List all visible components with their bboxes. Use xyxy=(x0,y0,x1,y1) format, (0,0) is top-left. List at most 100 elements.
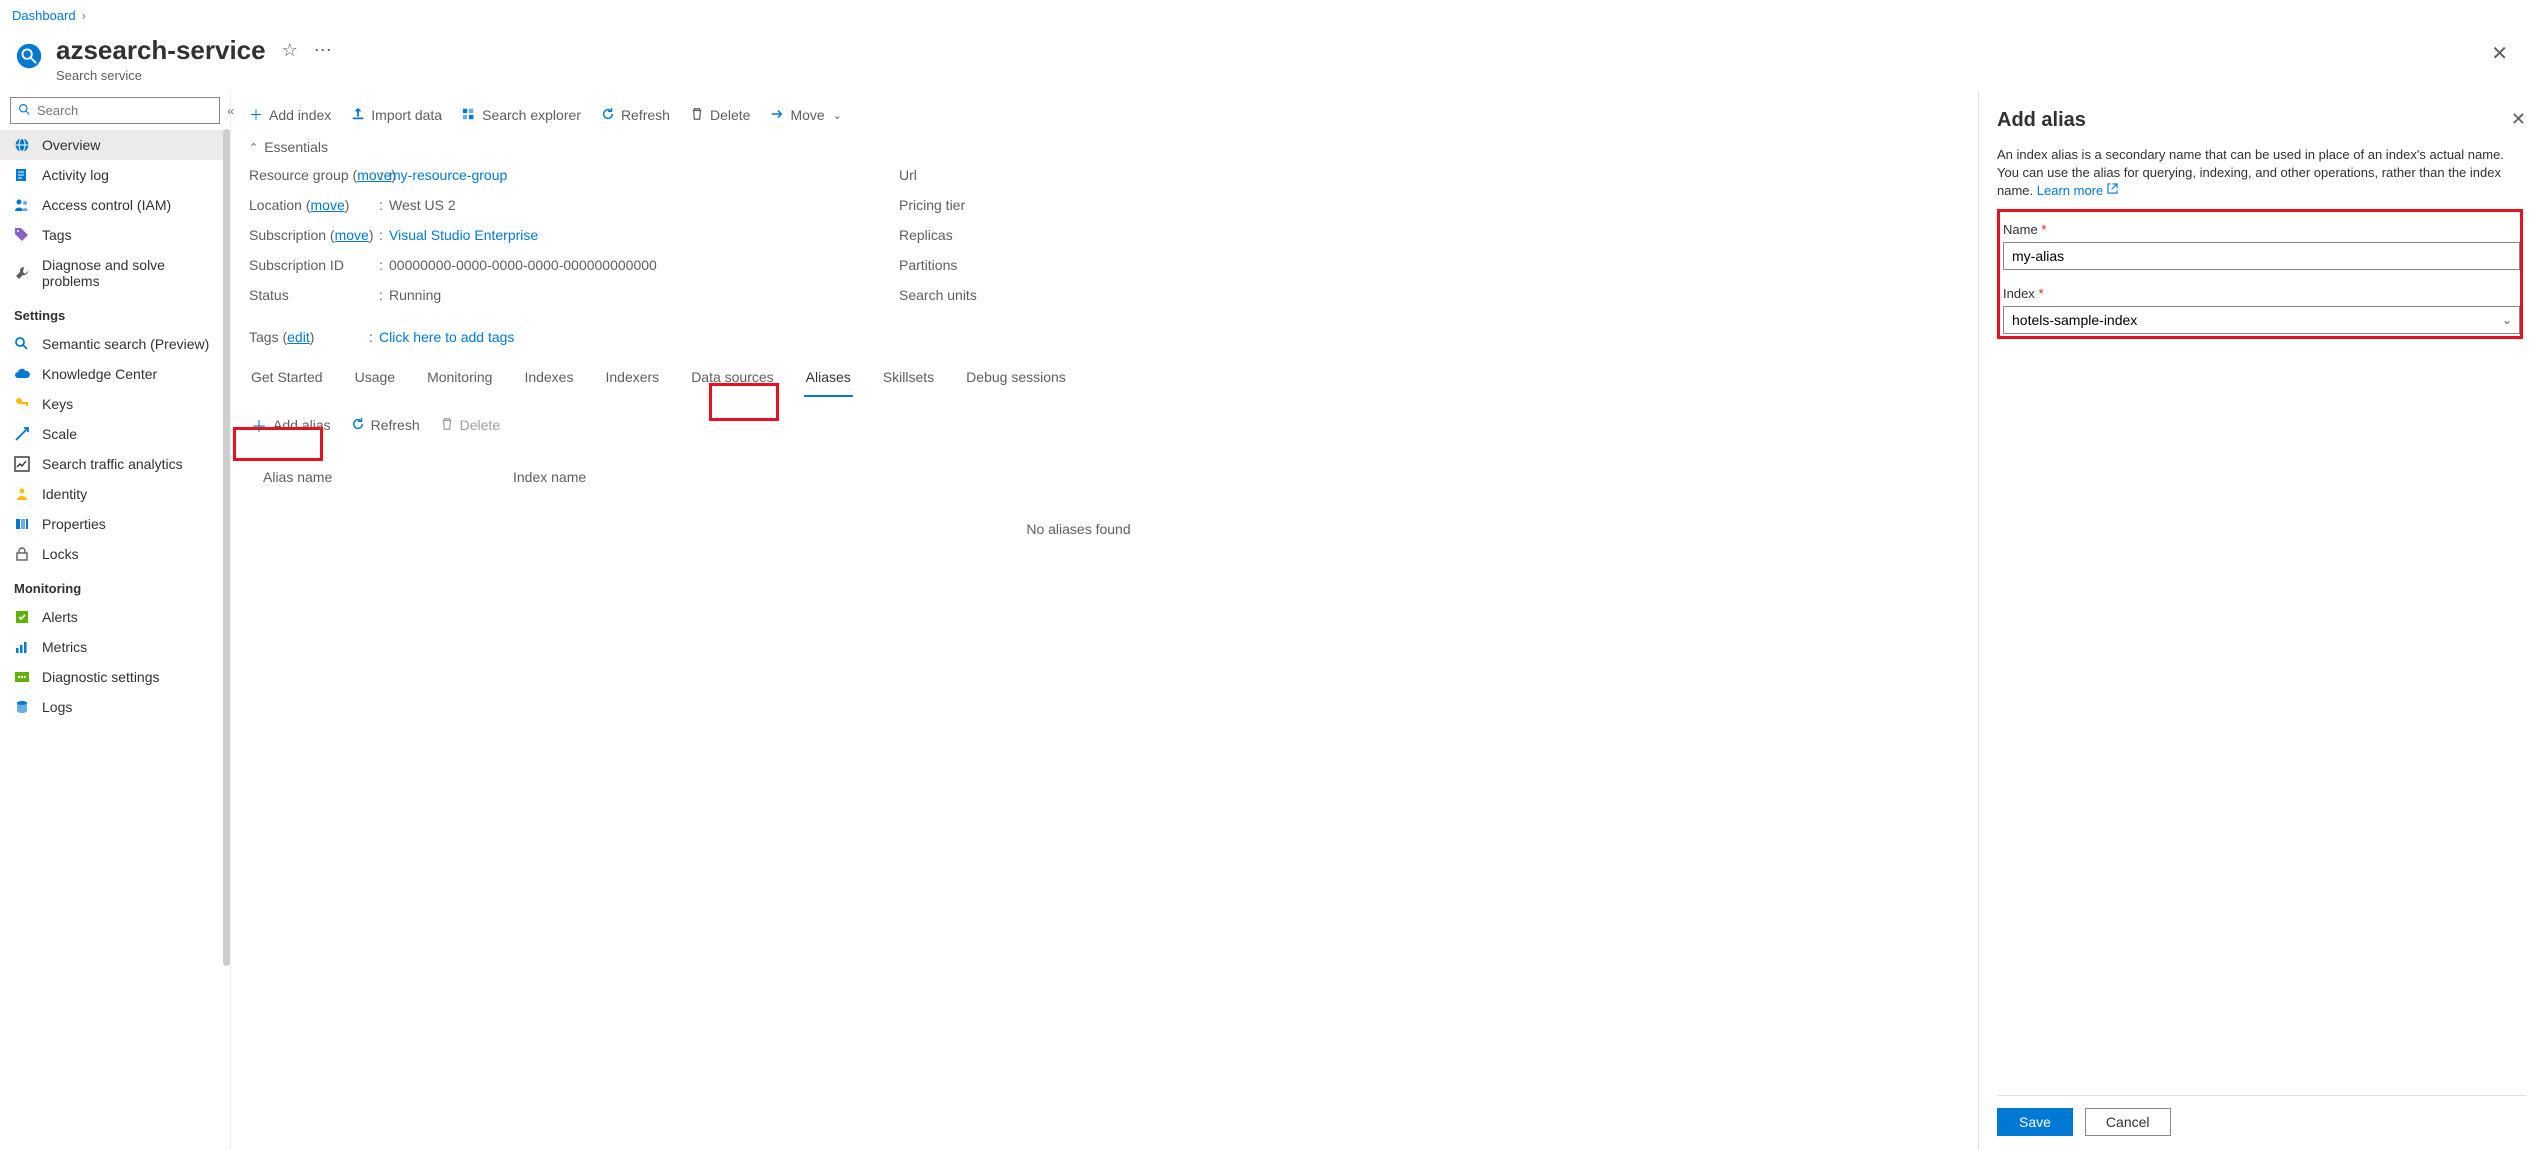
chevron-down-icon: ⌄ xyxy=(833,109,842,122)
logs-icon xyxy=(14,699,30,715)
tab-aliases[interactable]: Aliases xyxy=(804,363,853,397)
essentials-row: Search units xyxy=(899,285,1029,305)
move-link[interactable]: move xyxy=(335,227,369,243)
search-explorer-button[interactable]: Search explorer xyxy=(462,107,581,124)
sidebar-item-semantic-search-preview-[interactable]: Semantic search (Preview) xyxy=(0,329,230,359)
refresh-button[interactable]: Refresh xyxy=(601,107,670,124)
alias-name-input[interactable] xyxy=(2003,242,2520,270)
learn-more-link[interactable]: Learn more xyxy=(2037,183,2118,198)
tab-get-started[interactable]: Get Started xyxy=(249,363,325,397)
sidebar-item-scale[interactable]: Scale xyxy=(0,419,230,449)
sidebar-item-label: Knowledge Center xyxy=(42,366,157,382)
close-icon[interactable]: ✕ xyxy=(2491,35,2526,66)
sidebar-item-label: Properties xyxy=(42,516,106,532)
essentials-label: Url xyxy=(899,165,1029,185)
add-alias-button[interactable]: ＋Add alias xyxy=(251,413,331,437)
breadcrumb: Dashboard › xyxy=(0,0,2538,31)
sidebar-item-knowledge-center[interactable]: Knowledge Center xyxy=(0,359,230,389)
tab-usage[interactable]: Usage xyxy=(353,363,397,397)
refresh-aliases-button[interactable]: Refresh xyxy=(351,417,420,434)
essentials-label: Subscription ID xyxy=(249,257,344,273)
chevron-up-icon: ⌃ xyxy=(249,141,258,154)
sidebar-item-metrics[interactable]: Metrics xyxy=(0,632,230,662)
sidebar-item-label: Metrics xyxy=(42,639,87,655)
tag-icon xyxy=(14,227,30,243)
sidebar-item-locks[interactable]: Locks xyxy=(0,539,230,569)
tab-data-sources[interactable]: Data sources xyxy=(689,363,775,397)
import-data-button[interactable]: Import data xyxy=(351,107,442,124)
props-icon xyxy=(14,516,30,532)
essentials-value: 00000000-0000-0000-0000-000000000000 xyxy=(389,255,657,275)
tab-indexes[interactable]: Indexes xyxy=(522,363,575,397)
breadcrumb-root[interactable]: Dashboard xyxy=(12,8,76,23)
essentials-row: Status:Running xyxy=(249,285,889,305)
essentials-label: Replicas xyxy=(899,225,1029,245)
sidebar-item-label: Locks xyxy=(42,546,79,562)
essentials-label: Partitions xyxy=(899,255,1029,275)
panel-close-icon[interactable]: ✕ xyxy=(2511,109,2526,130)
tags-edit-link[interactable]: edit xyxy=(287,329,310,345)
sidebar-item-label: Overview xyxy=(42,137,100,153)
scale-icon xyxy=(14,426,30,442)
essentials-value: West US 2 xyxy=(389,195,456,215)
essentials-toggle[interactable]: ⌃ Essentials xyxy=(249,135,1978,165)
sidebar-search-input[interactable] xyxy=(10,97,220,124)
tab-debug-sessions[interactable]: Debug sessions xyxy=(964,363,1068,397)
tab-indexers[interactable]: Indexers xyxy=(603,363,661,397)
sidebar-item-label: Identity xyxy=(42,486,87,502)
sidebar-item-label: Diagnose and solve problems xyxy=(42,257,216,289)
empty-state: No aliases found xyxy=(249,493,1978,537)
cancel-button[interactable]: Cancel xyxy=(2085,1108,2171,1136)
essentials-row: Replicas xyxy=(899,225,1029,245)
tags-add-link[interactable]: Click here to add tags xyxy=(379,329,514,345)
essentials-label: Location xyxy=(249,197,302,213)
key-icon xyxy=(14,396,30,412)
wrench-icon xyxy=(14,265,30,281)
save-button[interactable]: Save xyxy=(1997,1108,2073,1136)
alert-icon xyxy=(14,609,30,625)
name-field-label: Name xyxy=(2003,222,2038,237)
sidebar-item-overview[interactable]: Overview xyxy=(0,130,230,160)
tab-monitoring[interactable]: Monitoring xyxy=(425,363,494,397)
sidebar-item-alerts[interactable]: Alerts xyxy=(0,602,230,632)
sidebar-item-access-control-iam-[interactable]: Access control (IAM) xyxy=(0,190,230,220)
alias-index-select[interactable]: hotels-sample-index xyxy=(2003,306,2520,334)
lock-icon xyxy=(14,546,30,562)
log-icon xyxy=(14,167,30,183)
sidebar-item-tags[interactable]: Tags xyxy=(0,220,230,250)
sidebar-item-search-traffic-analytics[interactable]: Search traffic analytics xyxy=(0,449,230,479)
essentials-label: Subscription xyxy=(249,227,326,243)
panel-form: Name * Index * hotels-sample-index ⌄ xyxy=(1997,214,2526,342)
sidebar-item-logs[interactable]: Logs xyxy=(0,692,230,722)
essentials-value[interactable]: Visual Studio Enterprise xyxy=(389,225,538,245)
tab-skillsets[interactable]: Skillsets xyxy=(881,363,936,397)
move-link[interactable]: move xyxy=(311,197,345,213)
sidebar-item-properties[interactable]: Properties xyxy=(0,509,230,539)
panel-title: Add alias xyxy=(1997,109,2086,132)
move-button[interactable]: Move⌄ xyxy=(770,107,841,124)
sidebar-item-keys[interactable]: Keys xyxy=(0,389,230,419)
delete-alias-button: Delete xyxy=(440,417,500,434)
more-icon[interactable]: ⋯ xyxy=(314,40,332,61)
cloud-icon xyxy=(14,366,30,382)
search-sm-icon xyxy=(14,336,30,352)
sidebar-item-identity[interactable]: Identity xyxy=(0,479,230,509)
essentials-row: Resource group (move):my-resource-group xyxy=(249,165,889,185)
essentials-row: Subscription (move):Visual Studio Enterp… xyxy=(249,225,889,245)
essentials-row: Url xyxy=(899,165,1029,185)
essentials-label: Status xyxy=(249,287,289,303)
favorite-icon[interactable]: ☆ xyxy=(282,40,298,61)
page-subtitle: Search service xyxy=(56,68,332,83)
add-alias-panel: Add alias ✕ An index alias is a secondar… xyxy=(1978,91,2538,1150)
metrics-icon xyxy=(14,639,30,655)
sidebar-scrollbar[interactable] xyxy=(223,129,230,966)
essentials-label: Search units xyxy=(899,285,1029,305)
sidebar-item-label: Alerts xyxy=(42,609,78,625)
sidebar-item-diagnostic-settings[interactable]: Diagnostic settings xyxy=(0,662,230,692)
essentials-value[interactable]: my-resource-group xyxy=(389,165,507,185)
delete-button[interactable]: Delete xyxy=(690,107,750,124)
add-index-button[interactable]: ＋Add index xyxy=(249,105,331,125)
sidebar-item-diagnose-and-solve-problems[interactable]: Diagnose and solve problems xyxy=(0,250,230,296)
sidebar-item-activity-log[interactable]: Activity log xyxy=(0,160,230,190)
main-toolbar: ＋Add index Import data Search explorer R… xyxy=(249,99,1978,135)
